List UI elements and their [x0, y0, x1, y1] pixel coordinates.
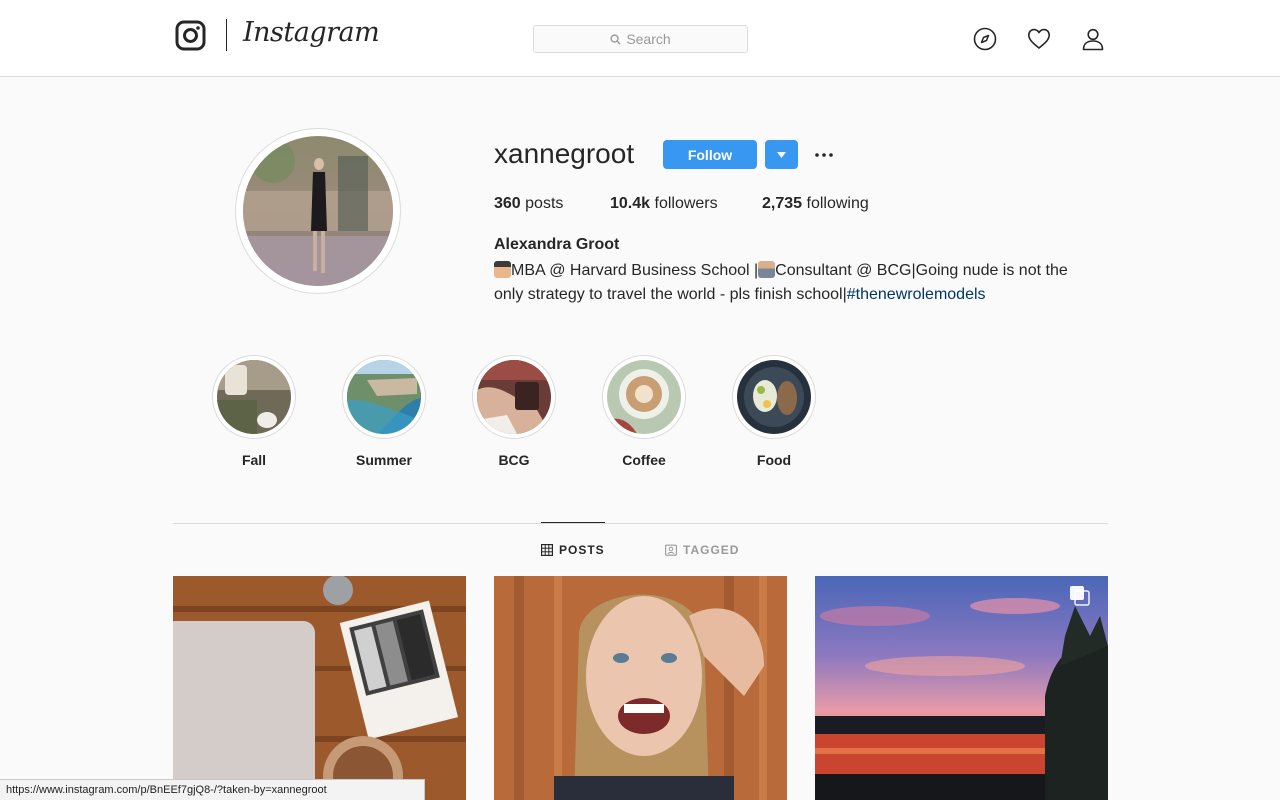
caret-down-icon [777, 151, 786, 158]
tab-tagged[interactable]: TAGGED [665, 543, 739, 557]
logo-divider [226, 19, 227, 51]
highlight-ring [602, 355, 686, 439]
instagram-glyph-icon[interactable] [175, 20, 206, 51]
posts-label: posts [525, 195, 564, 212]
browser-status-url: https://www.instagram.com/p/BnEEf7gjQ8-/… [0, 779, 425, 800]
ellipsis-icon [815, 153, 833, 157]
profile-avatar-ring [235, 128, 401, 294]
tagged-person-icon [665, 544, 677, 556]
person-icon[interactable] [1081, 27, 1105, 51]
highlight-cover [477, 360, 551, 434]
graduate-emoji-icon [494, 261, 511, 278]
highlight-cover [737, 360, 811, 434]
highlight-bcg[interactable]: BCG [472, 355, 556, 468]
tabs-divider [173, 523, 1108, 524]
highlight-label: Coffee [622, 452, 666, 468]
bio-hashtag-link[interactable]: #thenewrolemodels [847, 286, 986, 303]
highlight-cover [607, 360, 681, 434]
highlight-coffee[interactable]: Coffee [602, 355, 686, 468]
highlight-cover [347, 360, 421, 434]
highlight-cover [217, 360, 291, 434]
posts-count: 360 [494, 195, 521, 212]
search-input[interactable]: Search [533, 25, 748, 53]
post-thumbnail[interactable] [815, 576, 1108, 800]
highlight-ring [732, 355, 816, 439]
posts-count-stat: 360 posts [494, 195, 563, 213]
suggestions-dropdown-button[interactable] [765, 140, 798, 169]
technologist-emoji-icon [758, 261, 776, 278]
post-thumbnail[interactable] [173, 576, 466, 800]
bio-text-part1: MBA @ Harvard Business School | [511, 262, 759, 279]
highlight-ring [212, 355, 296, 439]
highlight-ring [342, 355, 426, 439]
profile-full-name: Alexandra Groot [494, 236, 620, 253]
highlight-ring [472, 355, 556, 439]
profile-bio: MBA @ Harvard Business School | Consultan… [494, 259, 1094, 307]
search-icon [610, 33, 621, 45]
active-tab-indicator [541, 522, 605, 523]
followers-label: followers [654, 195, 718, 212]
highlight-fall[interactable]: Fall [212, 355, 296, 468]
following-label: following [806, 195, 869, 212]
highlight-label: Food [756, 452, 792, 468]
highlight-label: BCG [498, 452, 530, 468]
profile-username: xannegroot [494, 138, 635, 169]
top-navigation-bar: Instagram Search [0, 0, 1280, 77]
post-thumbnail[interactable] [494, 576, 787, 800]
highlight-label: Fall [241, 452, 267, 468]
heart-icon[interactable] [1027, 27, 1051, 51]
grid-icon [541, 544, 553, 556]
highlight-summer[interactable]: Summer [342, 355, 426, 468]
avatar[interactable] [243, 136, 393, 286]
more-options-button[interactable] [812, 143, 836, 167]
followers-count: 10.4k [610, 195, 651, 212]
compass-icon[interactable] [973, 27, 997, 51]
highlight-food[interactable]: Food [732, 355, 816, 468]
following-stat[interactable]: 2,735 following [762, 195, 869, 213]
tab-posts-label: POSTS [559, 543, 605, 557]
following-count: 2,735 [762, 195, 803, 212]
instagram-wordmark[interactable]: Instagram [243, 17, 380, 48]
follow-button[interactable]: Follow [663, 140, 757, 169]
followers-stat[interactable]: 10.4k followers [610, 195, 718, 213]
tab-posts[interactable]: POSTS [541, 543, 605, 557]
highlight-label: Summer [355, 452, 413, 468]
search-placeholder: Search [626, 31, 671, 47]
tab-tagged-label: TAGGED [683, 543, 740, 557]
